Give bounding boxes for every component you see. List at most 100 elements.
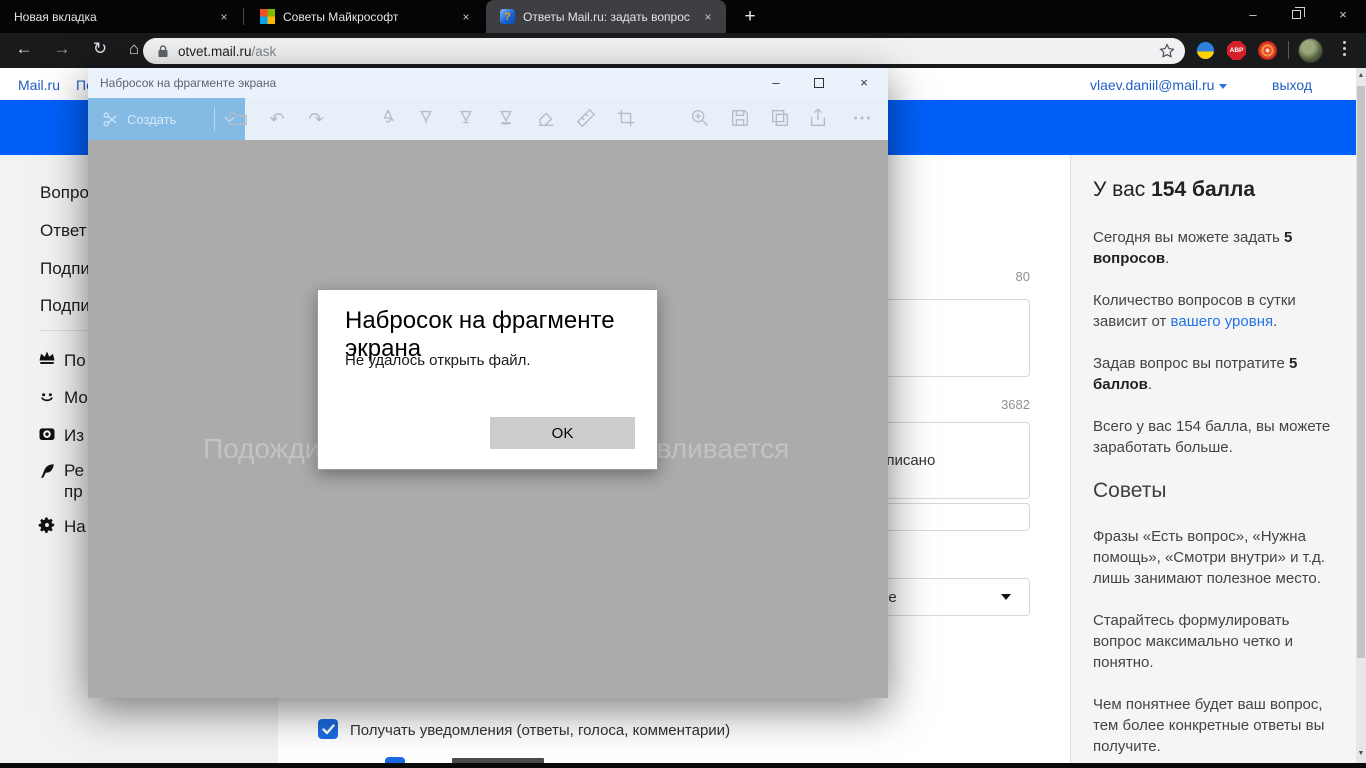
- page-scrollbar[interactable]: ▲ ▼: [1356, 68, 1366, 763]
- undo-button[interactable]: ↶: [265, 107, 289, 131]
- tab-title: Ответы Mail.ru: задать вопрос: [523, 9, 690, 24]
- create-separator: [214, 107, 215, 131]
- snip-title-bar[interactable]: Набросок на фрагменте экрана – ×: [88, 68, 888, 98]
- tips-heading: Советы: [1093, 479, 1167, 502]
- sidebar-item-camera[interactable]: Из: [64, 426, 84, 446]
- browser-close-button[interactable]: ×: [1333, 7, 1353, 22]
- tab-close-icon[interactable]: ×: [216, 10, 232, 24]
- error-dialog: Набросок на фрагменте экрана Не удалось …: [317, 289, 658, 470]
- check-icon: [321, 723, 335, 734]
- tab-title: Советы Майкрософт: [283, 9, 399, 24]
- scroll-up-icon[interactable]: ▲: [1356, 72, 1366, 79]
- notify-checkbox-label: Получать уведомления (ответы, голоса, ко…: [350, 722, 731, 739]
- extension-rings-icon[interactable]: [1258, 41, 1277, 60]
- snip-sketch-window: Набросок на фрагменте экрана – × Создать…: [88, 68, 888, 698]
- dropdown-caret-icon: [1001, 594, 1011, 600]
- snip-toolbar: Создать ↶ ↷: [88, 98, 888, 140]
- tip-paragraph: Фразы «Есть вопрос», «Нужна помощь», «См…: [1093, 528, 1325, 587]
- points-paragraph: Задав вопрос вы потратите 5 баллов.: [1093, 355, 1298, 393]
- screen: Новая вкладка × Советы Майкрософт × ? От…: [0, 0, 1366, 768]
- bottom-taskbar-edge: [0, 763, 1366, 768]
- bookmark-star-icon[interactable]: [1158, 42, 1176, 60]
- sidebar-item-pen[interactable]: Ре пр: [64, 460, 84, 502]
- scroll-down-icon[interactable]: ▼: [1356, 750, 1366, 757]
- snip-create-label: Создать: [127, 111, 177, 127]
- gear-icon: [38, 517, 55, 533]
- forward-button[interactable]: →: [50, 39, 74, 59]
- snip-maximize-button[interactable]: [814, 78, 824, 88]
- sidebar-item-followers[interactable]: Подпи: [40, 296, 90, 316]
- snip-close-button[interactable]: ×: [856, 75, 872, 90]
- sidebar-item-settings[interactable]: На: [64, 517, 86, 537]
- logout-link[interactable]: выход: [1272, 77, 1312, 93]
- tab-separator: [243, 8, 244, 25]
- user-email-link[interactable]: vlaev.daniil@mail.ru: [1090, 77, 1228, 93]
- tab-close-icon[interactable]: ×: [700, 10, 716, 24]
- browser-restore-button[interactable]: [1292, 7, 1305, 19]
- open-file-button[interactable]: [226, 107, 250, 131]
- adblock-plus-icon[interactable]: ABP: [1227, 41, 1246, 60]
- address-bar[interactable]: otvet.mail.ru/ask: [143, 38, 1185, 64]
- notify-checkbox[interactable]: [318, 719, 338, 739]
- highlighter-button[interactable]: [494, 107, 518, 131]
- tab-new-tab[interactable]: Новая вкладка ×: [0, 0, 242, 33]
- copy-button[interactable]: [768, 107, 792, 131]
- canvas-wait-text-right: авливается: [641, 433, 790, 464]
- tip-paragraph: Старайтесь формулировать вопрос максимал…: [1093, 612, 1294, 671]
- back-button[interactable]: ←: [12, 39, 36, 59]
- save-button[interactable]: [728, 107, 752, 131]
- browser-tab-bar: Новая вкладка × Советы Майкрософт × ? От…: [0, 0, 1366, 33]
- more-options-button[interactable]: [850, 107, 874, 131]
- extensions-separator: [1288, 41, 1289, 59]
- eraser-button[interactable]: [534, 107, 558, 131]
- tab-otvet-mailru[interactable]: ? Ответы Mail.ru: задать вопрос ×: [486, 0, 726, 33]
- chevron-down-icon: [1219, 83, 1228, 89]
- crop-button[interactable]: [614, 107, 638, 131]
- scrollbar-thumb[interactable]: [1357, 86, 1365, 658]
- snip-minimize-button[interactable]: –: [768, 75, 784, 90]
- points-heading: У вас 154 балла: [1093, 178, 1255, 201]
- points-paragraph: Количество вопросов в сутки зависит от в…: [1093, 292, 1296, 330]
- ballpoint-pen-button[interactable]: [414, 107, 438, 131]
- new-tab-button[interactable]: +: [737, 4, 763, 30]
- points-paragraph: Всего у вас 154 балла, вы можете заработ…: [1093, 418, 1331, 456]
- browser-minimize-button[interactable]: –: [1243, 7, 1263, 22]
- browser-menu-icon[interactable]: [1343, 41, 1346, 56]
- tip-paragraph: Чем понятнее будет ваш вопрос, тем более…: [1093, 696, 1325, 755]
- microsoft-logo-icon: [260, 9, 275, 24]
- mailru-home-link[interactable]: Mail.ru: [18, 77, 60, 93]
- redo-button[interactable]: ↷: [304, 107, 328, 131]
- sidebar-item-crown[interactable]: По: [64, 351, 86, 371]
- points-sidebar: У вас 154 балла Сегодня вы можете задать…: [1070, 155, 1356, 763]
- browser-profile-avatar[interactable]: [1298, 38, 1323, 63]
- sidebar-item-answers[interactable]: Ответ: [40, 221, 87, 241]
- tab-close-icon[interactable]: ×: [458, 10, 474, 24]
- extension-sphere-icon[interactable]: [1196, 41, 1215, 60]
- snip-create-button[interactable]: Создать: [88, 98, 245, 140]
- ruler-button[interactable]: [574, 107, 598, 131]
- smiley-icon: [41, 393, 53, 402]
- otvet-mailru-favicon: ?: [500, 9, 515, 24]
- sidebar-item-questions[interactable]: Вопро: [40, 183, 89, 203]
- tab-microsoft-tips[interactable]: Советы Майкрософт ×: [246, 0, 484, 33]
- crown-icon: [39, 351, 55, 364]
- share-button[interactable]: [806, 107, 830, 131]
- touch-writing-button[interactable]: [376, 107, 400, 131]
- your-level-link[interactable]: вашего уровня: [1171, 313, 1274, 330]
- ok-button[interactable]: OK: [490, 417, 635, 449]
- user-email: vlaev.daniil@mail.ru: [1090, 77, 1215, 93]
- sidebar-item-smiley[interactable]: Мо: [64, 388, 88, 408]
- dialog-message: Не удалось открыть файл.: [345, 352, 531, 369]
- tab-title: Новая вкладка: [14, 9, 97, 24]
- zoom-button[interactable]: [688, 107, 712, 131]
- url-host: otvet.mail.ru: [178, 43, 252, 59]
- lock-icon: [158, 45, 168, 57]
- points-paragraph: Сегодня вы можете задать 5 вопросов.: [1093, 229, 1293, 267]
- url-path: /ask: [251, 43, 277, 59]
- browser-toolbar: ← → ↻ ⌂ otvet.mail.ru/ask ABP: [0, 33, 1366, 68]
- pen-icon: [41, 464, 54, 479]
- sidebar-item-subscriptions[interactable]: Подпи: [40, 259, 90, 279]
- reload-button[interactable]: ↻: [88, 39, 112, 59]
- camera-icon: [39, 428, 55, 440]
- pencil-button[interactable]: [454, 107, 478, 131]
